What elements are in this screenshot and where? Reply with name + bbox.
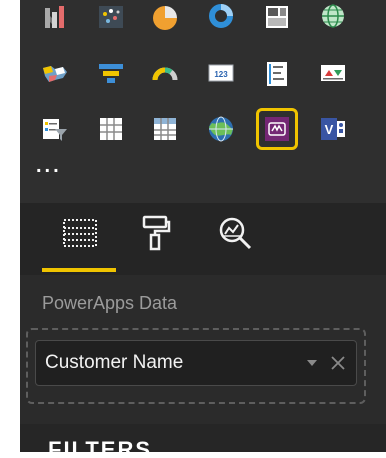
field-dropzone[interactable]: Customer Name — [26, 328, 366, 404]
filled-map-icon[interactable] — [38, 57, 72, 91]
more-visuals-button[interactable]: ... — [36, 156, 62, 176]
card-icon[interactable]: 123 — [204, 57, 238, 91]
filters-title: FILTERS — [48, 437, 153, 452]
tab-format[interactable] — [126, 213, 186, 267]
analytics-magnifier-icon — [219, 217, 252, 250]
visio-visual-icon[interactable]: V — [316, 112, 350, 146]
gauge-icon[interactable] — [148, 57, 182, 91]
fields-icon — [63, 219, 97, 247]
tab-analytics[interactable] — [204, 213, 264, 267]
scatter-chart-icon[interactable] — [94, 1, 128, 35]
table-icon[interactable] — [94, 112, 128, 146]
kpi-icon[interactable] — [316, 57, 350, 91]
fields-panel: PowerApps Data Customer Name FILTERS — [20, 275, 386, 452]
powerapps-visual-icon[interactable] — [256, 108, 298, 150]
tab-fields[interactable] — [50, 213, 110, 267]
chevron-down-icon[interactable] — [304, 355, 320, 371]
pane-tabs — [20, 203, 386, 275]
field-name: Customer Name — [45, 352, 184, 373]
treemap-icon[interactable] — [260, 1, 294, 35]
filters-section-header[interactable]: FILTERS — [20, 424, 386, 452]
active-tab-indicator — [42, 268, 116, 272]
arcgis-map-icon[interactable] — [204, 112, 238, 146]
section-label: PowerApps Data — [42, 293, 178, 313]
map-icon[interactable] — [316, 1, 350, 35]
matrix-icon[interactable] — [148, 112, 182, 146]
funnel-chart-icon[interactable] — [94, 57, 128, 91]
visualizations-gallery: 123 V ... — [20, 0, 386, 203]
ribbon-chart-icon[interactable] — [38, 1, 72, 35]
visio-letter: V — [325, 122, 334, 137]
paint-roller-icon — [142, 215, 171, 251]
card-icon-text: 123 — [214, 70, 228, 79]
close-icon[interactable] — [328, 353, 348, 373]
visualizations-pane: 123 V ... PowerApps Data Customer Name F… — [20, 0, 386, 452]
field-well-item[interactable]: Customer Name — [35, 340, 357, 386]
slicer-icon[interactable] — [38, 112, 72, 146]
donut-chart-icon[interactable] — [204, 1, 238, 35]
pie-chart-icon[interactable] — [148, 1, 182, 35]
multi-row-card-icon[interactable] — [260, 57, 294, 91]
